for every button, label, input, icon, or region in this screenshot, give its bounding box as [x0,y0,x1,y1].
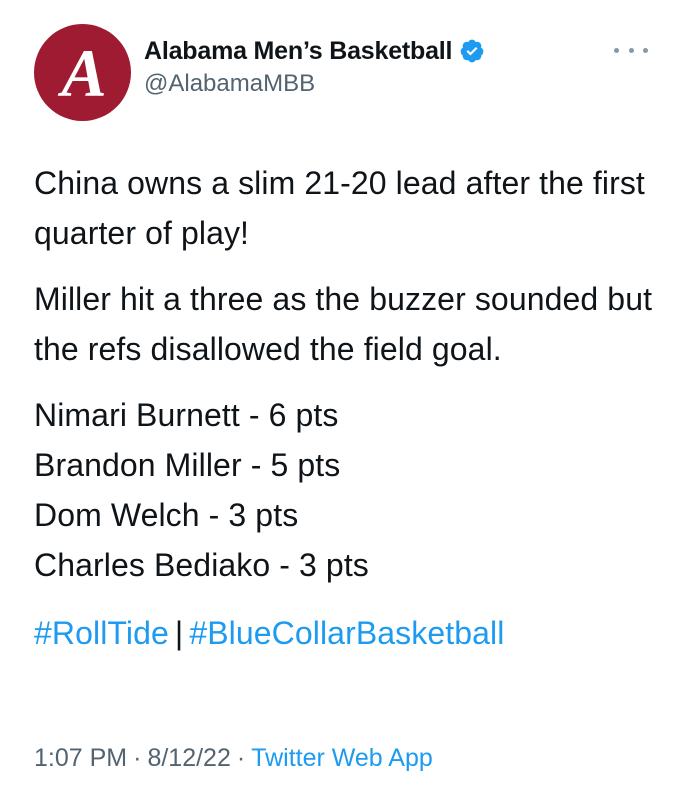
stat-line: Charles Bediako - 3 pts [34,547,369,583]
hashtag-separator: | [174,615,184,651]
hashtag-bluecollarbasketball[interactable]: #BlueCollarBasketball [189,615,504,651]
account-handle[interactable]: @AlabamaMBB [144,70,485,98]
stat-line: Nimari Burnett - 6 pts [34,397,339,433]
dot-3 [643,47,648,53]
tweet-text: China owns a slim 21-20 lead after the f… [34,158,664,658]
tweet-paragraph-1: China owns a slim 21-20 lead after the f… [34,165,645,251]
meta-separator: · [236,744,246,772]
stat-line: Dom Welch - 3 pts [34,497,299,533]
dot-1 [614,47,619,53]
tweet-time[interactable]: 1:07 PM [34,744,127,772]
dot-2 [628,47,634,53]
meta-separator: · [133,744,142,772]
tweet-card: A Alabama Men’s Basketball @AlabamaMBB C… [0,0,684,800]
scoring-list: Nimari Burnett - 6 pts Brandon Miller - … [34,390,664,590]
avatar-letter: A [57,35,106,111]
verified-badge-icon [460,39,484,63]
display-name-row: Alabama Men’s Basketball [144,34,485,68]
account-names: Alabama Men’s Basketball @AlabamaMBB [144,34,485,98]
stat-line: Brandon Miller - 5 pts [34,447,341,483]
tweet-source-link[interactable]: Twitter Web App [251,744,433,772]
tweet-header: A Alabama Men’s Basketball @AlabamaMBB [34,24,654,124]
tweet-paragraph-2: Miller hit a three as the buzzer sounded… [34,281,653,367]
hashtag-rolltide[interactable]: #RollTide [34,615,169,651]
hashtags: #RollTide | #BlueCollarBasketball [34,608,664,658]
alabama-script-a-logo: A [57,35,106,111]
tweet-metadata: 1:07 PM · 8/12/22 · Twitter Web App [34,744,433,773]
display-name[interactable]: Alabama Men’s Basketball [144,37,452,66]
more-options-icon[interactable] [614,40,648,60]
avatar[interactable]: A [34,24,131,121]
tweet-date[interactable]: 8/12/22 [147,744,230,772]
